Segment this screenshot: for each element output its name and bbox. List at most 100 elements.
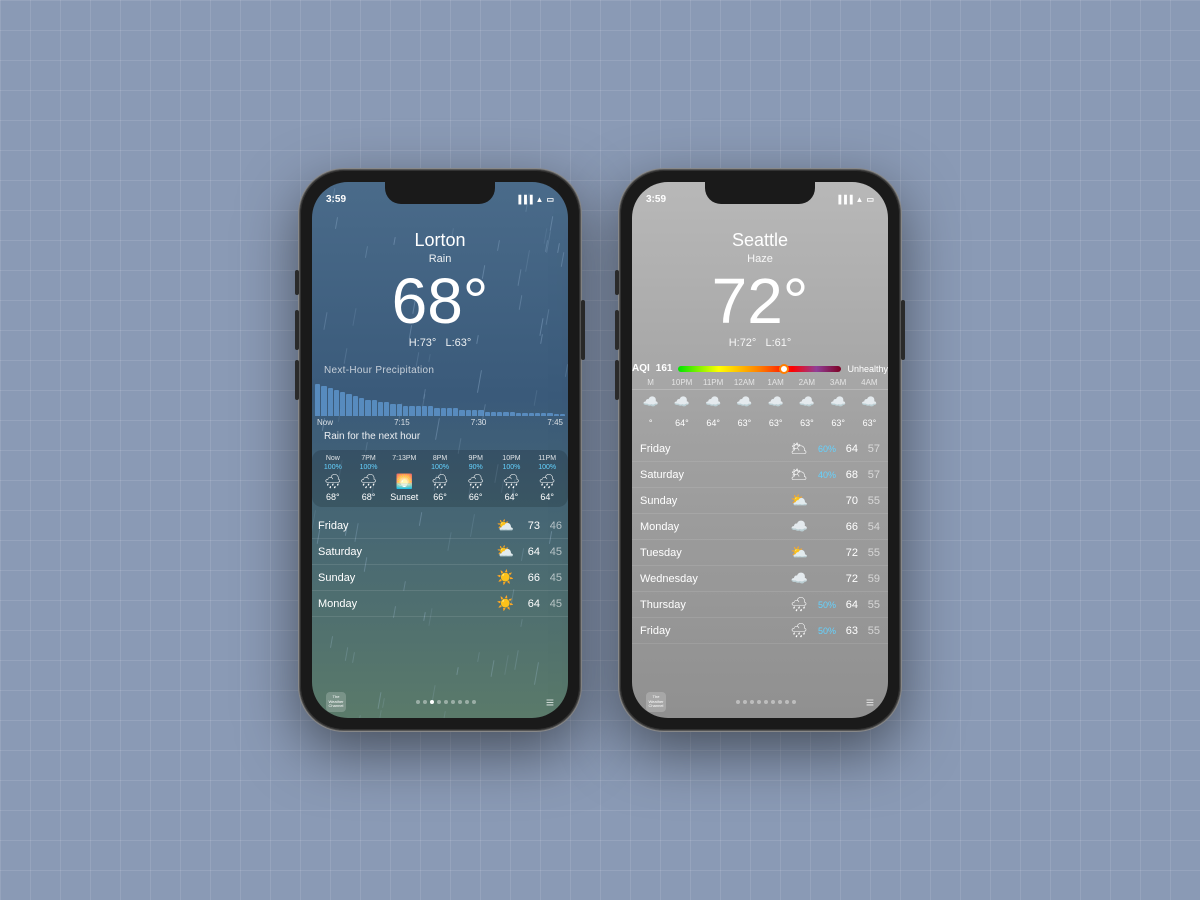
phone-2-frame: 3:59 ▐▐▐ ▲ ▭ Seattle Haze 72° H:72° L:61… (620, 170, 900, 730)
signal-icon: ▐▐▐ (516, 195, 533, 204)
hourly-icon-item: ☁️ (635, 394, 666, 410)
p1-daily-forecast: Friday ⛅ 73 46 Saturday ⛅ 64 45 Sunday ☀… (312, 513, 568, 617)
hourly-label: 2AM (791, 378, 822, 387)
page-dot[interactable] (778, 700, 782, 704)
p1-low: L:63° (446, 337, 472, 349)
volume-down-button-2[interactable] (615, 360, 619, 400)
p2-low: L:61° (766, 337, 792, 349)
p2-hourly-icons: ☁️☁️☁️☁️☁️☁️☁️☁️ (632, 390, 888, 414)
page-dot[interactable] (757, 700, 761, 704)
notch-2 (705, 182, 815, 204)
hourly-icon-item: ☁️ (698, 394, 729, 410)
p2-hi-lo: H:72° L:61° (729, 337, 792, 349)
volume-up-button[interactable] (295, 310, 299, 350)
daily-row: Friday ⛅ 73 46 (312, 513, 568, 539)
page-dot[interactable] (437, 700, 441, 704)
status-icons-1: ▐▐▐ ▲ ▭ (516, 195, 555, 204)
power-button[interactable] (581, 300, 585, 360)
hourly-temp-item: 63° (823, 418, 854, 428)
notch (385, 182, 495, 204)
page-dot[interactable] (465, 700, 469, 704)
hourly-icon-item: ☁️ (729, 394, 760, 410)
aqi-value: 161 (656, 363, 673, 374)
hourly-temp-item: 63° (760, 418, 791, 428)
hourly-temp-item: 63° (729, 418, 760, 428)
p2-condition: Haze (747, 253, 773, 265)
page-dot[interactable] (764, 700, 768, 704)
page-dot[interactable] (451, 700, 455, 704)
precip-label-715: 7:15 (394, 418, 410, 427)
menu-icon-1[interactable]: ≡ (546, 694, 554, 710)
aqi-section: AQI 161 Unhealthy (632, 363, 888, 374)
precip-bars (315, 380, 565, 416)
hourly-label: M (635, 378, 666, 387)
p1-temperature: 68° (392, 269, 489, 333)
page-dot[interactable] (785, 700, 789, 704)
hourly-temp-item: 63° (791, 418, 822, 428)
hourly-label: 10PM (666, 378, 697, 387)
power-button-2[interactable] (901, 300, 905, 360)
weather-channel-logo-2: TheWeatherChannel (646, 692, 666, 712)
hourly-icon-item: ☁️ (854, 394, 885, 410)
p1-section-label: Next-Hour Precipitation (312, 365, 434, 376)
page-dot[interactable] (458, 700, 462, 704)
battery-icon: ▭ (546, 195, 554, 204)
p2-footer: TheWeatherChannel ≡ (632, 686, 888, 718)
hourly-icon-item: ☁️ (666, 394, 697, 410)
page-dot[interactable] (444, 700, 448, 704)
p1-hourly-row: Now 100% 🌧 68° 7PM 100% 🌧 68° 7:13PM -- … (312, 450, 568, 507)
p2-daily-forecast: Friday 🌥 60% 64 57 Saturday 🌥 40% 68 57 … (632, 436, 888, 644)
mute-button-2[interactable] (615, 270, 619, 295)
status-icons-2: ▐▐▐ ▲ ▭ (836, 195, 875, 204)
status-time-1: 3:59 (326, 194, 346, 205)
p2-temperature: 72° (712, 269, 809, 333)
hourly-temp-item: 64° (698, 418, 729, 428)
hour-item: 9PM 90% 🌧 66° (458, 455, 494, 502)
page-dot[interactable] (416, 700, 420, 704)
phone-1-frame: 3:59 ▐▐▐ ▲ ▭ Lorton Rain 68° H:73° L:63°… (300, 170, 580, 730)
page-dot[interactable] (792, 700, 796, 704)
daily-row: Sunday ⛅ 70 55 (632, 488, 888, 514)
volume-up-button-2[interactable] (615, 310, 619, 350)
page-dot[interactable] (430, 700, 434, 704)
status-time-2: 3:59 (646, 194, 666, 205)
hourly-temp-item: 63° (854, 418, 885, 428)
hourly-icon-item: ☁️ (760, 394, 791, 410)
daily-row: Saturday ⛅ 64 45 (312, 539, 568, 565)
daily-row: Thursday 🌧 50% 64 55 (632, 592, 888, 618)
hour-item: 7:13PM -- 🌅 Sunset (386, 455, 422, 502)
precip-label-now: Now (317, 418, 333, 427)
phone-2-background: 3:59 ▐▐▐ ▲ ▭ Seattle Haze 72° H:72° L:61… (632, 182, 888, 718)
page-dot[interactable] (736, 700, 740, 704)
aqi-bar (678, 366, 841, 372)
volume-down-button[interactable] (295, 360, 299, 400)
p2-hourly-temps: °64°64°63°63°63°63°63° (632, 414, 888, 432)
daily-row: Tuesday ⛅ 72 55 (632, 540, 888, 566)
page-dot[interactable] (743, 700, 747, 704)
precip-chart: Now 7:15 7:30 7:45 (315, 380, 565, 428)
phone-2-screen: 3:59 ▐▐▐ ▲ ▭ Seattle Haze 72° H:72° L:61… (632, 182, 888, 718)
p1-footer: TheWeatherChannel ≡ (312, 686, 568, 718)
mute-button[interactable] (295, 270, 299, 295)
page-dot[interactable] (771, 700, 775, 704)
hourly-label: 11PM (698, 378, 729, 387)
menu-icon-2[interactable]: ≡ (866, 694, 874, 710)
hourly-label: 1AM (760, 378, 791, 387)
p1-hi-lo: H:73° L:63° (409, 337, 472, 349)
hourly-icon-item: ☁️ (791, 394, 822, 410)
hourly-icon-item: ☁️ (823, 394, 854, 410)
hour-item: 11PM 100% 🌧 64° (529, 455, 565, 502)
aqi-status: Unhealthy (847, 364, 888, 374)
page-dot[interactable] (423, 700, 427, 704)
hourly-label: 4AM (854, 378, 885, 387)
aqi-label: AQI (632, 363, 650, 374)
battery-icon-2: ▭ (866, 195, 874, 204)
hour-item: 10PM 100% 🌧 64° (494, 455, 530, 502)
precip-label-730: 7:30 (471, 418, 487, 427)
daily-row: Friday 🌥 60% 64 57 (632, 436, 888, 462)
page-dot[interactable] (472, 700, 476, 704)
page-dot[interactable] (750, 700, 754, 704)
daily-row: Saturday 🌥 40% 68 57 (632, 462, 888, 488)
precip-label-745: 7:45 (547, 418, 563, 427)
hourly-label: 3AM (823, 378, 854, 387)
